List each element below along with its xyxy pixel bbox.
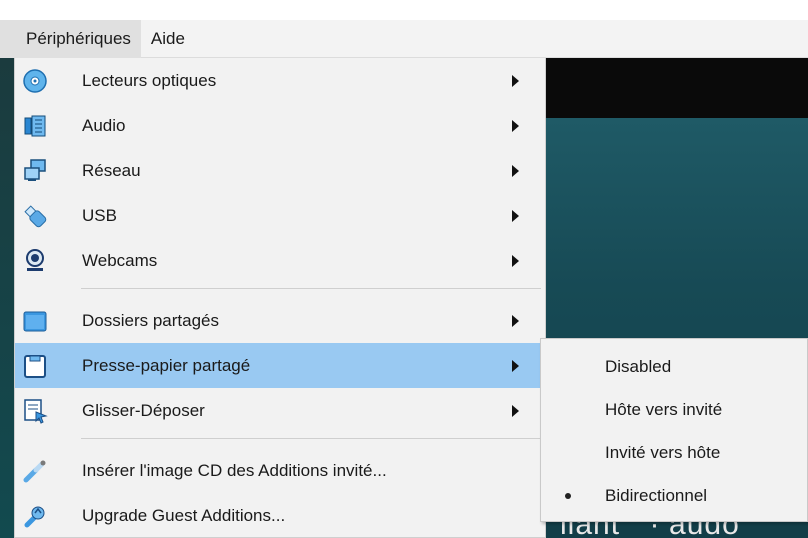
submenu-arrow-icon bbox=[512, 74, 519, 87]
menu-item-label: USB bbox=[82, 205, 117, 225]
submenu-item-label: Hôte vers invité bbox=[605, 399, 723, 419]
submenu-arrow-icon bbox=[512, 359, 519, 372]
menu-item-label: Dossiers partagés bbox=[82, 310, 220, 330]
menu-item-inserer-image-cd[interactable]: Insérer l'image CD des Additions invité.… bbox=[15, 448, 545, 493]
menubar: Périphériques Aide bbox=[0, 19, 808, 58]
submenu-arrow-icon bbox=[512, 404, 519, 417]
submenu-item-label: Bidirectionnel bbox=[605, 485, 708, 505]
submenu-item-hote-vers-invite[interactable]: Hôte vers invité bbox=[541, 388, 807, 431]
window-top-strip bbox=[0, 0, 808, 20]
menu-item-reseau[interactable]: Réseau bbox=[15, 148, 545, 193]
submenu-arrow-icon bbox=[512, 119, 519, 132]
submenu-item-label: Invité vers hôte bbox=[605, 442, 721, 462]
clipboard-submenu: Disabled Hôte vers invité Invité vers hô… bbox=[540, 338, 808, 522]
menu-item-label: Audio bbox=[82, 115, 126, 135]
webcam-icon bbox=[21, 247, 49, 275]
vm-screen-left-edge bbox=[0, 58, 14, 538]
peripheriques-menu: Lecteurs optiques Audio Réseau USB Webca… bbox=[14, 58, 546, 538]
menubar-item-aide[interactable]: Aide bbox=[141, 20, 195, 58]
submenu-arrow-icon bbox=[512, 164, 519, 177]
guest-additions-cd-icon bbox=[21, 457, 49, 485]
menubar-item-peripheriques[interactable]: Périphériques bbox=[0, 19, 141, 58]
menu-item-usb[interactable]: USB bbox=[15, 193, 545, 238]
clipboard-icon bbox=[21, 352, 49, 380]
optical-disc-icon bbox=[21, 67, 49, 95]
submenu-arrow-icon bbox=[512, 314, 519, 327]
menu-separator bbox=[81, 288, 541, 289]
shared-folder-icon bbox=[21, 307, 49, 335]
usb-icon bbox=[21, 202, 49, 230]
menu-item-glisser-deposer[interactable]: Glisser-Déposer bbox=[15, 388, 545, 433]
submenu-arrow-icon bbox=[512, 254, 519, 267]
submenu-arrow-icon bbox=[512, 209, 519, 222]
menu-item-dossiers-partages[interactable]: Dossiers partagés bbox=[15, 298, 545, 343]
menu-item-label: Lecteurs optiques bbox=[82, 70, 217, 90]
audio-icon bbox=[21, 112, 49, 140]
menu-item-label: Glisser-Déposer bbox=[82, 400, 205, 420]
drag-drop-icon bbox=[21, 397, 49, 425]
menu-item-upgrade-guest-additions[interactable]: Upgrade Guest Additions... bbox=[15, 493, 545, 538]
upgrade-guest-additions-icon bbox=[21, 502, 49, 530]
submenu-item-label: Disabled bbox=[605, 356, 672, 376]
menu-item-label: Upgrade Guest Additions... bbox=[82, 505, 286, 525]
menu-item-audio[interactable]: Audio bbox=[15, 103, 545, 148]
submenu-item-invite-vers-hote[interactable]: Invité vers hôte bbox=[541, 431, 807, 474]
menu-item-label: Webcams bbox=[82, 250, 158, 270]
menu-item-presse-papier-partage[interactable]: Presse-papier partagé bbox=[15, 343, 545, 388]
menu-item-label: Insérer l'image CD des Additions invité.… bbox=[82, 460, 387, 480]
radio-selected-bullet-icon bbox=[565, 492, 571, 499]
vm-screen-top bbox=[540, 58, 808, 118]
submenu-item-disabled[interactable]: Disabled bbox=[541, 345, 807, 388]
submenu-item-bidirectionnel[interactable]: Bidirectionnel bbox=[541, 474, 807, 517]
menu-item-lecteurs-optiques[interactable]: Lecteurs optiques bbox=[15, 58, 545, 103]
menu-separator bbox=[81, 438, 541, 439]
network-icon bbox=[21, 157, 49, 185]
menu-item-label: Presse-papier partagé bbox=[82, 355, 251, 375]
menu-item-webcams[interactable]: Webcams bbox=[15, 238, 545, 283]
menu-item-label: Réseau bbox=[82, 160, 141, 180]
